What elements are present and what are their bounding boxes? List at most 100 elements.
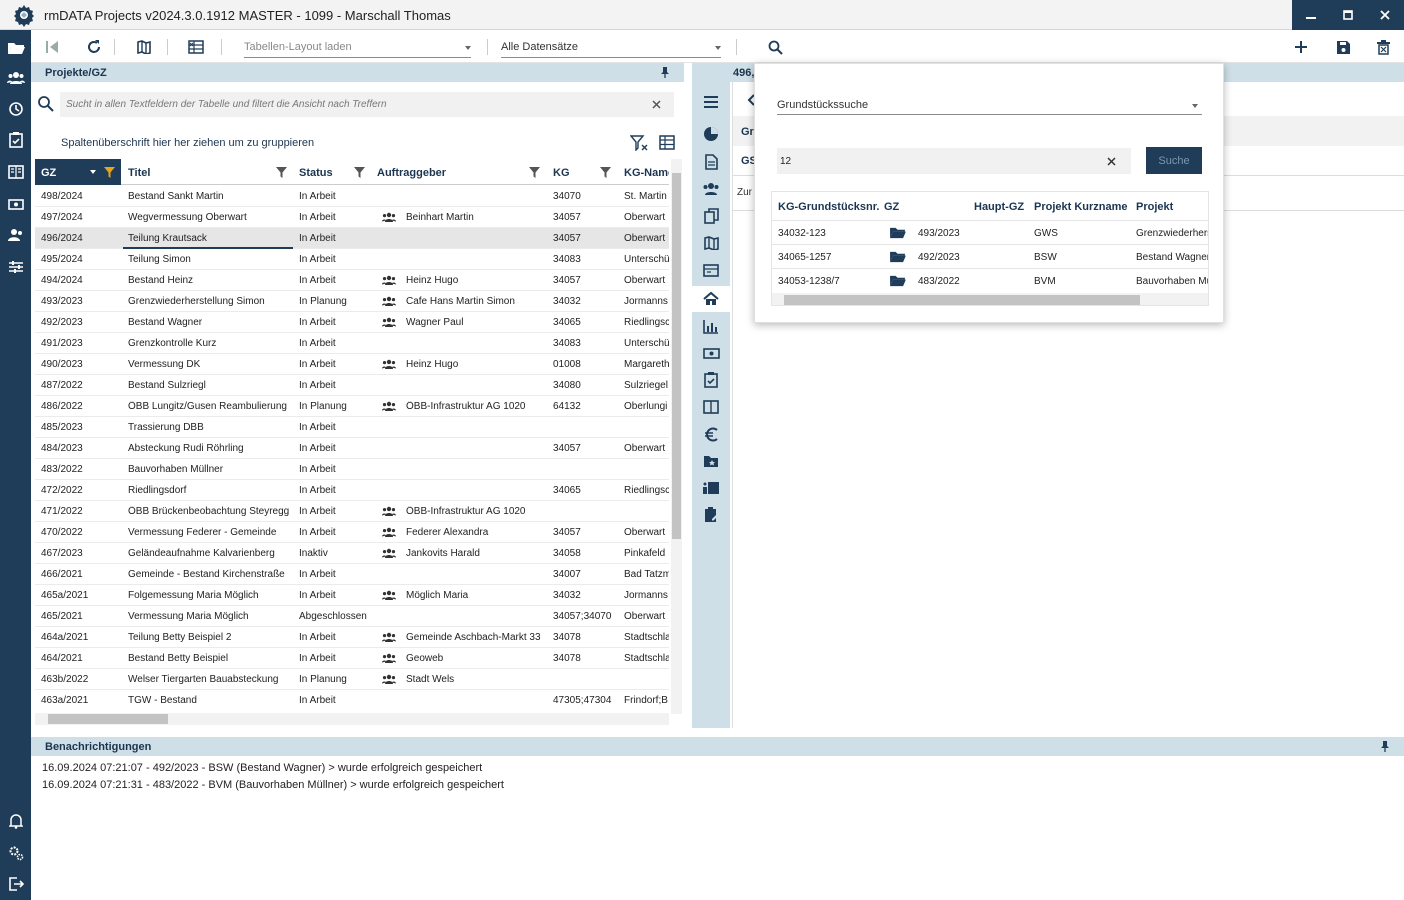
open-folder-icon[interactable] (889, 226, 906, 239)
column-header-gz[interactable]: GZ (35, 159, 121, 185)
side-tasks[interactable] (701, 370, 721, 390)
filter-icon[interactable] (600, 167, 611, 178)
result-row[interactable]: 34053-1238/7 483/2022 BVM Bauvorhaben Mü (772, 268, 1208, 292)
menu-button[interactable] (701, 92, 721, 112)
records-filter-dropdown[interactable]: Alle Datensätze (501, 40, 721, 58)
side-presentation[interactable] (701, 478, 721, 498)
side-statistics[interactable] (701, 316, 721, 336)
refresh-button[interactable] (84, 37, 104, 57)
save-button[interactable] (1333, 37, 1353, 57)
projects-vertical-scrollbar[interactable] (671, 159, 682, 714)
table-search-input[interactable]: Sucht in allen Textfeldern der Tabelle u… (60, 92, 674, 117)
side-map[interactable] (701, 233, 721, 253)
filter-icon[interactable] (354, 167, 365, 178)
table-row[interactable]: 493/2023 Grenzwiederherstellung Simon In P… (35, 291, 669, 312)
projects-horizontal-scrollbar[interactable] (35, 713, 669, 725)
side-billing[interactable] (701, 343, 721, 363)
maximize-button[interactable] (1329, 0, 1366, 30)
nav-open-folder[interactable] (5, 37, 26, 58)
side-costs[interactable] (701, 424, 721, 444)
table-row[interactable]: 471/2022 ÖBB Brückenbeobachtung Steyregg I… (35, 501, 669, 522)
table-row[interactable]: 491/2023 Grenzkontrolle Kurz In Arbeit 3408… (35, 333, 669, 354)
side-document[interactable] (701, 152, 721, 172)
side-book[interactable] (701, 397, 721, 417)
nav-book[interactable] (5, 161, 26, 182)
side-contacts[interactable] (701, 179, 721, 199)
pin-icon[interactable] (659, 66, 671, 78)
table-row[interactable]: 490/2023 Vermessung DK In Arbeit Heinz Hugo… (35, 354, 669, 375)
nav-billing[interactable] (5, 193, 26, 214)
open-folder-icon[interactable] (889, 250, 906, 263)
table-row[interactable]: 463a/2021 TGW - Bestand In Arbeit 47305;473… (35, 690, 669, 706)
nav-staff[interactable] (5, 224, 26, 245)
nav-history[interactable] (5, 98, 26, 119)
nav-settings[interactable] (5, 842, 26, 863)
table-row[interactable]: 467/2023 Geländeaufnahme Kalvarienberg Ina… (35, 543, 669, 564)
table-row[interactable]: 466/2021 Gemeinde - Bestand Kirchenstraße… (35, 564, 669, 585)
column-header-kg[interactable]: KG (553, 167, 570, 179)
clear-filter-icon[interactable] (630, 135, 648, 151)
minimize-button[interactable] (1292, 0, 1329, 30)
table-row[interactable]: 486/2022 ÖBB Lungitz/Gusen Reambulierung I… (35, 396, 669, 417)
side-parcels[interactable] (692, 286, 730, 312)
nav-settings-sliders[interactable] (5, 256, 26, 277)
table-row[interactable]: 464a/2021 Teilung Betty Beispiel 2 In Arbe… (35, 627, 669, 648)
table-row[interactable]: 463b/2022 Welser Tiergarten Bauabsteckung… (35, 669, 669, 690)
result-row[interactable]: 34065-1257 492/2023 BSW Bestand Wagner (772, 244, 1208, 268)
clear-input-icon[interactable] (1107, 157, 1116, 166)
results-header-nr[interactable]: KG-Grundstücksnr. (778, 201, 879, 213)
nav-logout[interactable] (5, 873, 26, 894)
search-mode-dropdown[interactable]: Grundstückssuche (777, 97, 1202, 115)
results-horizontal-scrollbar[interactable] (772, 293, 1208, 305)
filter-icon[interactable] (276, 167, 287, 178)
parcel-search-submit-button[interactable]: Suche (1146, 147, 1202, 174)
table-row[interactable]: 464/2021 Bestand Betty Beispiel In Arbeit G… (35, 648, 669, 669)
close-button[interactable] (1367, 0, 1404, 30)
table-row[interactable]: 483/2022 Bauvorhaben Müllner In Arbeit (35, 459, 669, 480)
results-header-gz[interactable]: GZ (884, 201, 899, 213)
pin-icon[interactable] (1379, 740, 1391, 752)
column-header-kg-name[interactable]: KG-Name (624, 167, 669, 179)
table-row[interactable]: 492/2023 Bestand Wagner In Arbeit Wagner Pa… (35, 312, 669, 333)
result-row[interactable]: 34032-123 493/2023 GWS Grenzwiederhers (772, 220, 1208, 244)
nav-tasks[interactable] (5, 129, 26, 150)
collapse-panel-button[interactable] (43, 37, 63, 57)
map-button[interactable] (134, 37, 154, 57)
side-copy[interactable] (701, 206, 721, 226)
excel-export-button[interactable] (186, 37, 206, 57)
table-layout-dropdown[interactable]: Tabellen-Layout laden (244, 40, 471, 58)
parcel-search-input[interactable]: 12 (777, 148, 1131, 174)
nav-contacts[interactable] (5, 67, 26, 88)
column-chooser-icon[interactable] (659, 135, 675, 150)
parcel-search-button[interactable] (765, 37, 785, 57)
filter-icon[interactable] (529, 167, 540, 178)
column-header-status[interactable]: Status (299, 167, 333, 179)
side-clipboard-edit[interactable] (701, 505, 721, 525)
table-row[interactable]: 498/2024 Bestand Sankt Martin In Arbeit 340… (35, 186, 669, 207)
column-header-auftraggeber[interactable]: Auftraggeber (377, 167, 446, 179)
open-folder-icon[interactable] (889, 274, 906, 287)
side-favorites[interactable] (701, 451, 721, 471)
nav-notifications[interactable] (5, 810, 26, 831)
table-row[interactable]: 465a/2021 Folgemessung Maria Möglich In Ar… (35, 585, 669, 606)
table-row[interactable]: 472/2022 Riedlingsdorf In Arbeit 34065 Riedl… (35, 480, 669, 501)
results-header-kurzname[interactable]: Projekt Kurzname (1034, 201, 1128, 213)
table-row[interactable]: 485/2023 Trassierung DBB In Arbeit (35, 417, 669, 438)
table-row[interactable]: 487/2022 Bestand Sulzriegl In Arbeit 34080 S… (35, 375, 669, 396)
results-header-haupt-gz[interactable]: Haupt-GZ (974, 201, 1024, 213)
table-row[interactable]: 465/2021 Vermessung Maria Möglich Abgeschl… (35, 606, 669, 627)
results-header-projekt[interactable]: Projekt (1136, 201, 1173, 213)
add-button[interactable] (1291, 37, 1311, 57)
side-id-card[interactable] (701, 260, 721, 280)
delete-button[interactable] (1373, 37, 1393, 57)
table-row[interactable]: 497/2024 Wegvermessung Oberwart In Arbeit B… (35, 207, 669, 228)
table-row[interactable]: 496/2024 Teilung Krautsack In Arbeit 34057 O… (35, 228, 669, 249)
table-row[interactable]: 494/2024 Bestand Heinz In Arbeit Heinz Hugo… (35, 270, 669, 291)
clear-search-icon[interactable] (652, 100, 661, 109)
side-pie-chart[interactable] (701, 124, 721, 144)
filter-active-icon[interactable] (104, 167, 115, 178)
table-row[interactable]: 495/2024 Teilung Simon In Arbeit 34083 Unter… (35, 249, 669, 270)
table-row[interactable]: 470/2022 Vermessung Federer - Gemeinde In … (35, 522, 669, 543)
column-header-titel[interactable]: Titel (128, 167, 150, 179)
table-row[interactable]: 484/2023 Absteckung Rudi Röhrling In Arbei… (35, 438, 669, 459)
